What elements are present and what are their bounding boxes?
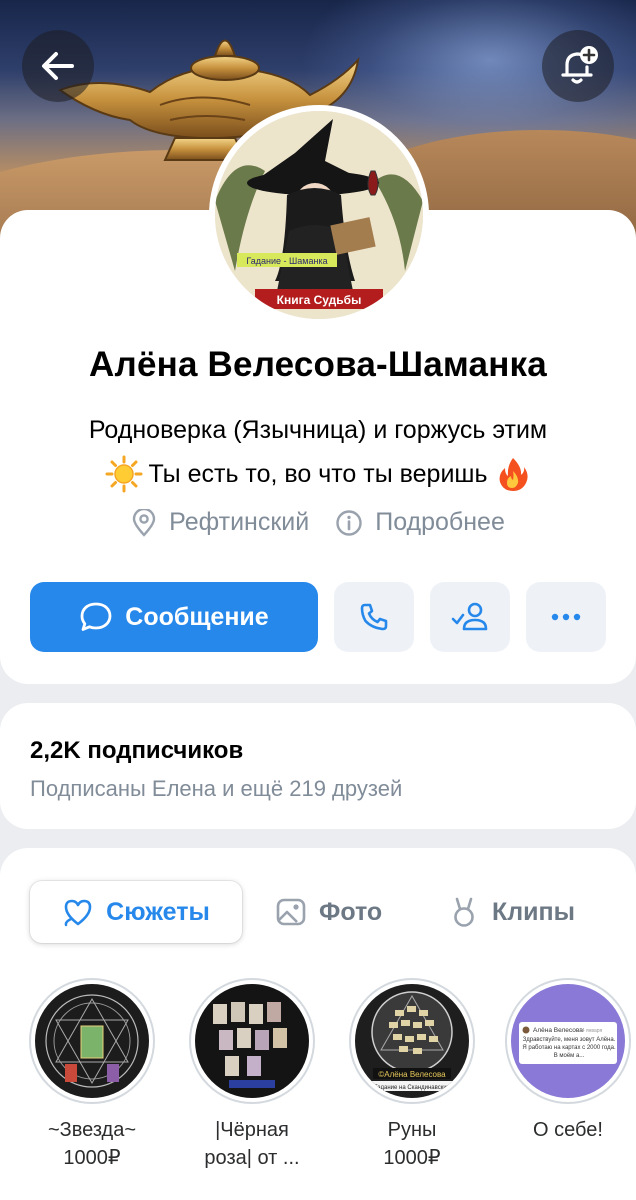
stories-heart-icon <box>64 899 92 927</box>
story-ring <box>189 978 315 1104</box>
clips-icon <box>454 897 474 927</box>
rune-story-caption: ©Алёна Велесова <box>378 1070 446 1079</box>
story-item[interactable]: ©Алёна Велесова Гадание на Скандинавских… <box>348 978 476 1172</box>
user-check-icon <box>451 602 488 631</box>
tab-stories-label: Сюжеты <box>106 897 210 926</box>
status-line-2: Ты есть то, во что ты веришь <box>148 460 488 488</box>
story-thumbnail <box>35 984 149 1098</box>
story-title-line1: |Чёрная <box>215 1119 289 1141</box>
subscribe-notifications-button[interactable] <box>542 30 614 102</box>
rune-story-subcaption: Гадание на Скандинавских <box>374 1085 449 1091</box>
profile-meta: Рефтинский Подробнее <box>0 508 636 537</box>
arrow-left-icon <box>42 52 74 80</box>
photo-icon <box>276 898 306 926</box>
fire-emoji-icon <box>499 458 528 491</box>
avatar-caption-bottom: Книга Судьбы <box>277 293 362 307</box>
followers-card[interactable]: 2,2K подписчиков Подписаны Елена и ещё 2… <box>0 703 636 829</box>
tab-clips[interactable]: Клипы <box>448 881 575 943</box>
tab-clips-label: Клипы <box>492 897 575 926</box>
story-ring <box>29 978 155 1104</box>
story-title-line1: Руны <box>387 1119 437 1141</box>
story-title-line1: ~Звезда~ <box>47 1119 137 1141</box>
profile-actions: Сообщение <box>30 582 606 652</box>
story-thumbnail: ©Алёна Велесова Гадание на Скандинавских <box>355 984 469 1098</box>
more-button[interactable] <box>526 582 606 652</box>
story-thumbnail <box>195 984 309 1098</box>
story-title: О себе! <box>504 1116 632 1144</box>
tab-photo-label: Фото <box>319 897 383 926</box>
about-post-text: Здравствуйте, меня зовут Алёна. Я работа… <box>522 1037 616 1059</box>
tab-photo[interactable]: Фото <box>275 881 382 943</box>
location-pin-icon <box>132 508 156 537</box>
story-ring: ©Алёна Велесова Гадание на Скандинавских <box>349 978 475 1104</box>
friend-status-button[interactable] <box>430 582 510 652</box>
details-label: Подробнее <box>375 508 505 536</box>
story-item[interactable]: ~Звезда~ 1000₽ <box>28 978 156 1172</box>
story-title: Руны 1000₽ <box>348 1116 476 1172</box>
story-title-line2: 1000₽ <box>383 1147 441 1169</box>
bell-plus-icon <box>561 46 598 84</box>
location: Рефтинский <box>131 508 309 537</box>
avatar[interactable]: Гадание - Шаманка Книга Судьбы <box>209 105 429 325</box>
message-button-label: Сообщение <box>125 602 269 631</box>
call-button[interactable] <box>334 582 414 652</box>
info-icon <box>336 509 362 536</box>
story-item[interactable]: |Чёрная роза| от ... <box>188 978 316 1172</box>
details-link[interactable]: Подробнее <box>335 508 505 537</box>
followers-count: 2,2K подписчиков <box>30 737 244 764</box>
location-label: Рефтинский <box>169 508 310 536</box>
about-post-date: 14 января <box>579 1028 603 1034</box>
story-title-line2: роза| от ... <box>204 1147 300 1169</box>
tab-stories[interactable]: Сюжеты <box>30 881 242 943</box>
story-item[interactable]: Алёна Велесова 14 января Здравствуйте, м… <box>504 978 632 1144</box>
message-button[interactable]: Сообщение <box>30 582 318 652</box>
story-thumbnail: Алёна Велесова 14 января Здравствуйте, м… <box>511 984 625 1098</box>
status-line-1: Родноверка (Язычница) и горжусь этим <box>88 416 548 444</box>
story-title-line1: О себе! <box>533 1119 603 1141</box>
avatar-caption-top: Гадание - Шаманка <box>246 256 327 266</box>
story-ring: Алёна Велесова 14 января Здравствуйте, м… <box>505 978 631 1104</box>
phone-icon <box>360 603 388 631</box>
profile-status: Родноверка (Язычница) и горжусь этим Ты … <box>0 408 636 496</box>
back-button[interactable] <box>22 30 94 102</box>
story-title-line2: 1000₽ <box>63 1147 121 1169</box>
story-title: ~Звезда~ 1000₽ <box>28 1116 156 1172</box>
profile-name: Алёна Велесова-Шаманка <box>89 345 547 384</box>
avatar-witch-illustration: Гадание - Шаманка Книга Судьбы <box>215 111 423 319</box>
story-title: |Чёрная роза| от ... <box>188 1116 316 1172</box>
mutual-friends-label: Подписаны Елена и ещё 219 друзей <box>30 776 403 801</box>
about-post-author: Алёна Велесова <box>533 1027 583 1034</box>
message-bubble-icon <box>80 602 112 631</box>
more-dots-icon <box>551 613 581 621</box>
sun-emoji-icon <box>105 455 142 493</box>
